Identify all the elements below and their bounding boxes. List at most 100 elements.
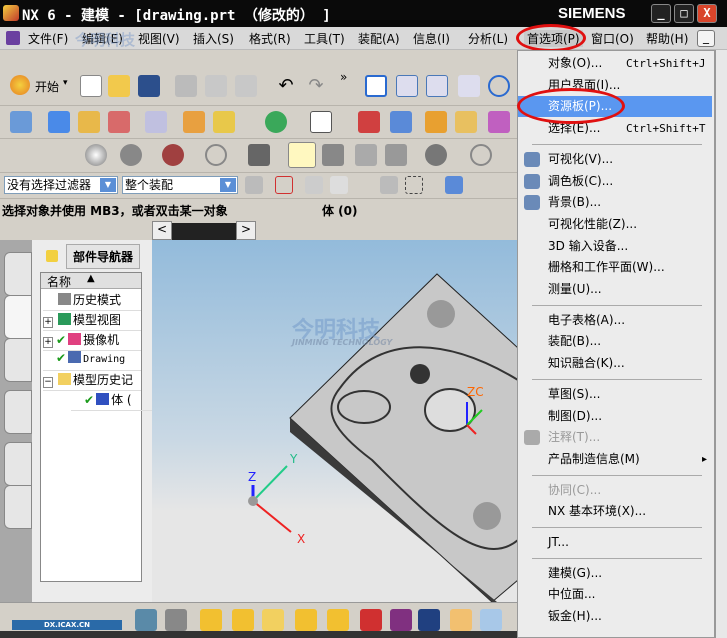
toolbar-overflow-button[interactable]: » <box>340 70 347 84</box>
tree-node[interactable]: + ✔ 摄像机 <box>43 331 141 351</box>
datum-icon[interactable] <box>183 111 205 133</box>
menu-item[interactable]: 产品制造信息(M) ▸ <box>518 449 712 470</box>
history-tab[interactable] <box>4 442 32 486</box>
part-navigator-tab[interactable] <box>4 295 32 339</box>
expander-icon[interactable]: + <box>43 337 53 348</box>
layer-icon[interactable] <box>385 144 407 166</box>
camera-save-icon[interactable] <box>135 609 157 631</box>
rectangle-select-icon[interactable] <box>405 176 423 194</box>
start-button[interactable]: 开始 <box>35 78 59 95</box>
pan-icon[interactable] <box>458 75 480 97</box>
sweep-icon[interactable] <box>108 111 130 133</box>
wireframe-icon[interactable] <box>120 144 142 166</box>
column-header-name[interactable]: 名称 ▲ <box>41 273 141 289</box>
menu-item[interactable]: 中位面... <box>518 584 712 605</box>
tree-node[interactable]: ✔ Drawing <box>43 351 141 371</box>
web-browser-tab[interactable] <box>4 390 32 434</box>
chamfer-icon[interactable] <box>488 111 510 133</box>
menu-item[interactable]: 电子表格(A)... <box>518 310 712 331</box>
render-style-icon[interactable] <box>162 144 184 166</box>
background-icon[interactable] <box>248 144 270 166</box>
menu-4[interactable]: 格式(R) <box>249 30 291 47</box>
snap-point-icon[interactable] <box>275 176 293 194</box>
menu-item[interactable]: 知识融合(K)... <box>518 353 712 374</box>
menu-item[interactable]: JT... <box>518 532 712 553</box>
redo-icon[interactable]: ↷ <box>305 75 327 97</box>
menu-0[interactable]: 文件(F) <box>28 30 68 47</box>
roles-tab[interactable] <box>4 485 32 529</box>
highlight-icon[interactable] <box>288 142 316 168</box>
check-icon[interactable]: ✔ <box>56 333 66 347</box>
scroll-left-button[interactable]: < <box>152 221 172 240</box>
extrude-icon[interactable] <box>48 111 70 133</box>
zoom-window-icon[interactable] <box>426 75 448 97</box>
close-button[interactable]: X <box>697 4 717 23</box>
plane-icon[interactable] <box>310 111 332 133</box>
tree-node[interactable]: 历史模式 <box>43 291 141 311</box>
scroll-thumb[interactable] <box>172 223 236 240</box>
cylinder-icon[interactable] <box>425 111 447 133</box>
eraser-icon[interactable] <box>330 176 348 194</box>
start-caret-icon[interactable]: ▾ <box>63 78 68 88</box>
wave-link-icon[interactable] <box>480 609 502 631</box>
restore-menu-button[interactable]: _ <box>697 30 715 47</box>
zoom-icon[interactable] <box>396 75 418 97</box>
dots-icon[interactable] <box>425 144 447 166</box>
menu-item[interactable]: 钣金(H)... <box>518 606 712 627</box>
explode-icon[interactable] <box>450 609 472 631</box>
check-icon[interactable]: ✔ <box>84 393 94 407</box>
copy-icon[interactable] <box>205 75 227 97</box>
minimize-button[interactable]: _ <box>651 4 671 23</box>
constraints-icon[interactable] <box>390 609 412 631</box>
scope-dropdown[interactable]: 整个装配 ▼ <box>122 176 238 194</box>
no-entry-icon[interactable] <box>205 144 227 166</box>
menu-item[interactable]: 栅格和工作平面(W)... <box>518 257 712 278</box>
move-component-icon[interactable] <box>327 609 349 631</box>
maximize-button[interactable]: □ <box>674 4 694 23</box>
grid-icon[interactable] <box>355 144 377 166</box>
return-icon[interactable] <box>305 176 323 194</box>
resource-scrollbar[interactable]: < > <box>0 221 517 240</box>
revolve-icon[interactable] <box>78 111 100 133</box>
paste-icon[interactable] <box>235 75 257 97</box>
point-icon[interactable] <box>213 111 235 133</box>
app-menu-icon[interactable] <box>6 31 20 45</box>
save-constraints-icon[interactable] <box>418 609 440 631</box>
menu-6[interactable]: 装配(A) <box>358 30 400 47</box>
undo-icon[interactable]: ↶ <box>275 75 297 97</box>
new-component-icon[interactable] <box>232 609 254 631</box>
menu-item[interactable]: 调色板(C)... <box>518 171 712 192</box>
menu-item[interactable]: 可视化性能(Z)... <box>518 214 712 235</box>
menu-2[interactable]: 视图(V) <box>138 30 180 47</box>
menu-item[interactable]: 测量(U)... <box>518 279 712 300</box>
no-entry-icon-2[interactable] <box>470 144 492 166</box>
assembly-navigator-tab[interactable] <box>4 252 32 296</box>
path-icon[interactable] <box>380 176 398 194</box>
rotate-icon[interactable] <box>488 75 510 97</box>
menu-5[interactable]: 工具(T) <box>304 30 345 47</box>
mate-component-icon[interactable] <box>360 609 382 631</box>
tree-node[interactable]: − 模型历史记 <box>43 371 141 391</box>
selection-filter-dropdown[interactable]: 没有选择过滤器 ▼ <box>4 176 118 194</box>
menu-10[interactable]: 窗口(O) <box>591 30 634 47</box>
menu-item[interactable]: 装配(B)... <box>518 331 712 352</box>
camera-icon[interactable] <box>165 609 187 631</box>
add-component-icon[interactable] <box>200 609 222 631</box>
new-file-icon[interactable] <box>80 75 102 97</box>
block-icon[interactable] <box>390 111 412 133</box>
sketch-icon[interactable] <box>10 111 32 133</box>
menu-3[interactable]: 插入(S) <box>193 30 234 47</box>
menu-7[interactable]: 信息(I) <box>413 30 450 47</box>
open-folder-icon[interactable] <box>108 75 130 97</box>
scroll-right-button[interactable]: > <box>236 221 256 240</box>
fit-view-icon[interactable] <box>365 75 387 97</box>
menu-item[interactable]: 建模(G)... <box>518 563 712 584</box>
user-icon[interactable] <box>322 144 344 166</box>
edit-icon[interactable] <box>145 111 167 133</box>
pin-icon[interactable] <box>46 250 58 262</box>
menu-item[interactable]: NX 基本环境(X)... <box>518 501 712 522</box>
menu-item[interactable]: 草图(S)... <box>518 384 712 405</box>
save-icon[interactable] <box>138 75 160 97</box>
menu-item[interactable]: 可视化(V)... <box>518 149 712 170</box>
expander-icon[interactable]: − <box>43 377 53 388</box>
